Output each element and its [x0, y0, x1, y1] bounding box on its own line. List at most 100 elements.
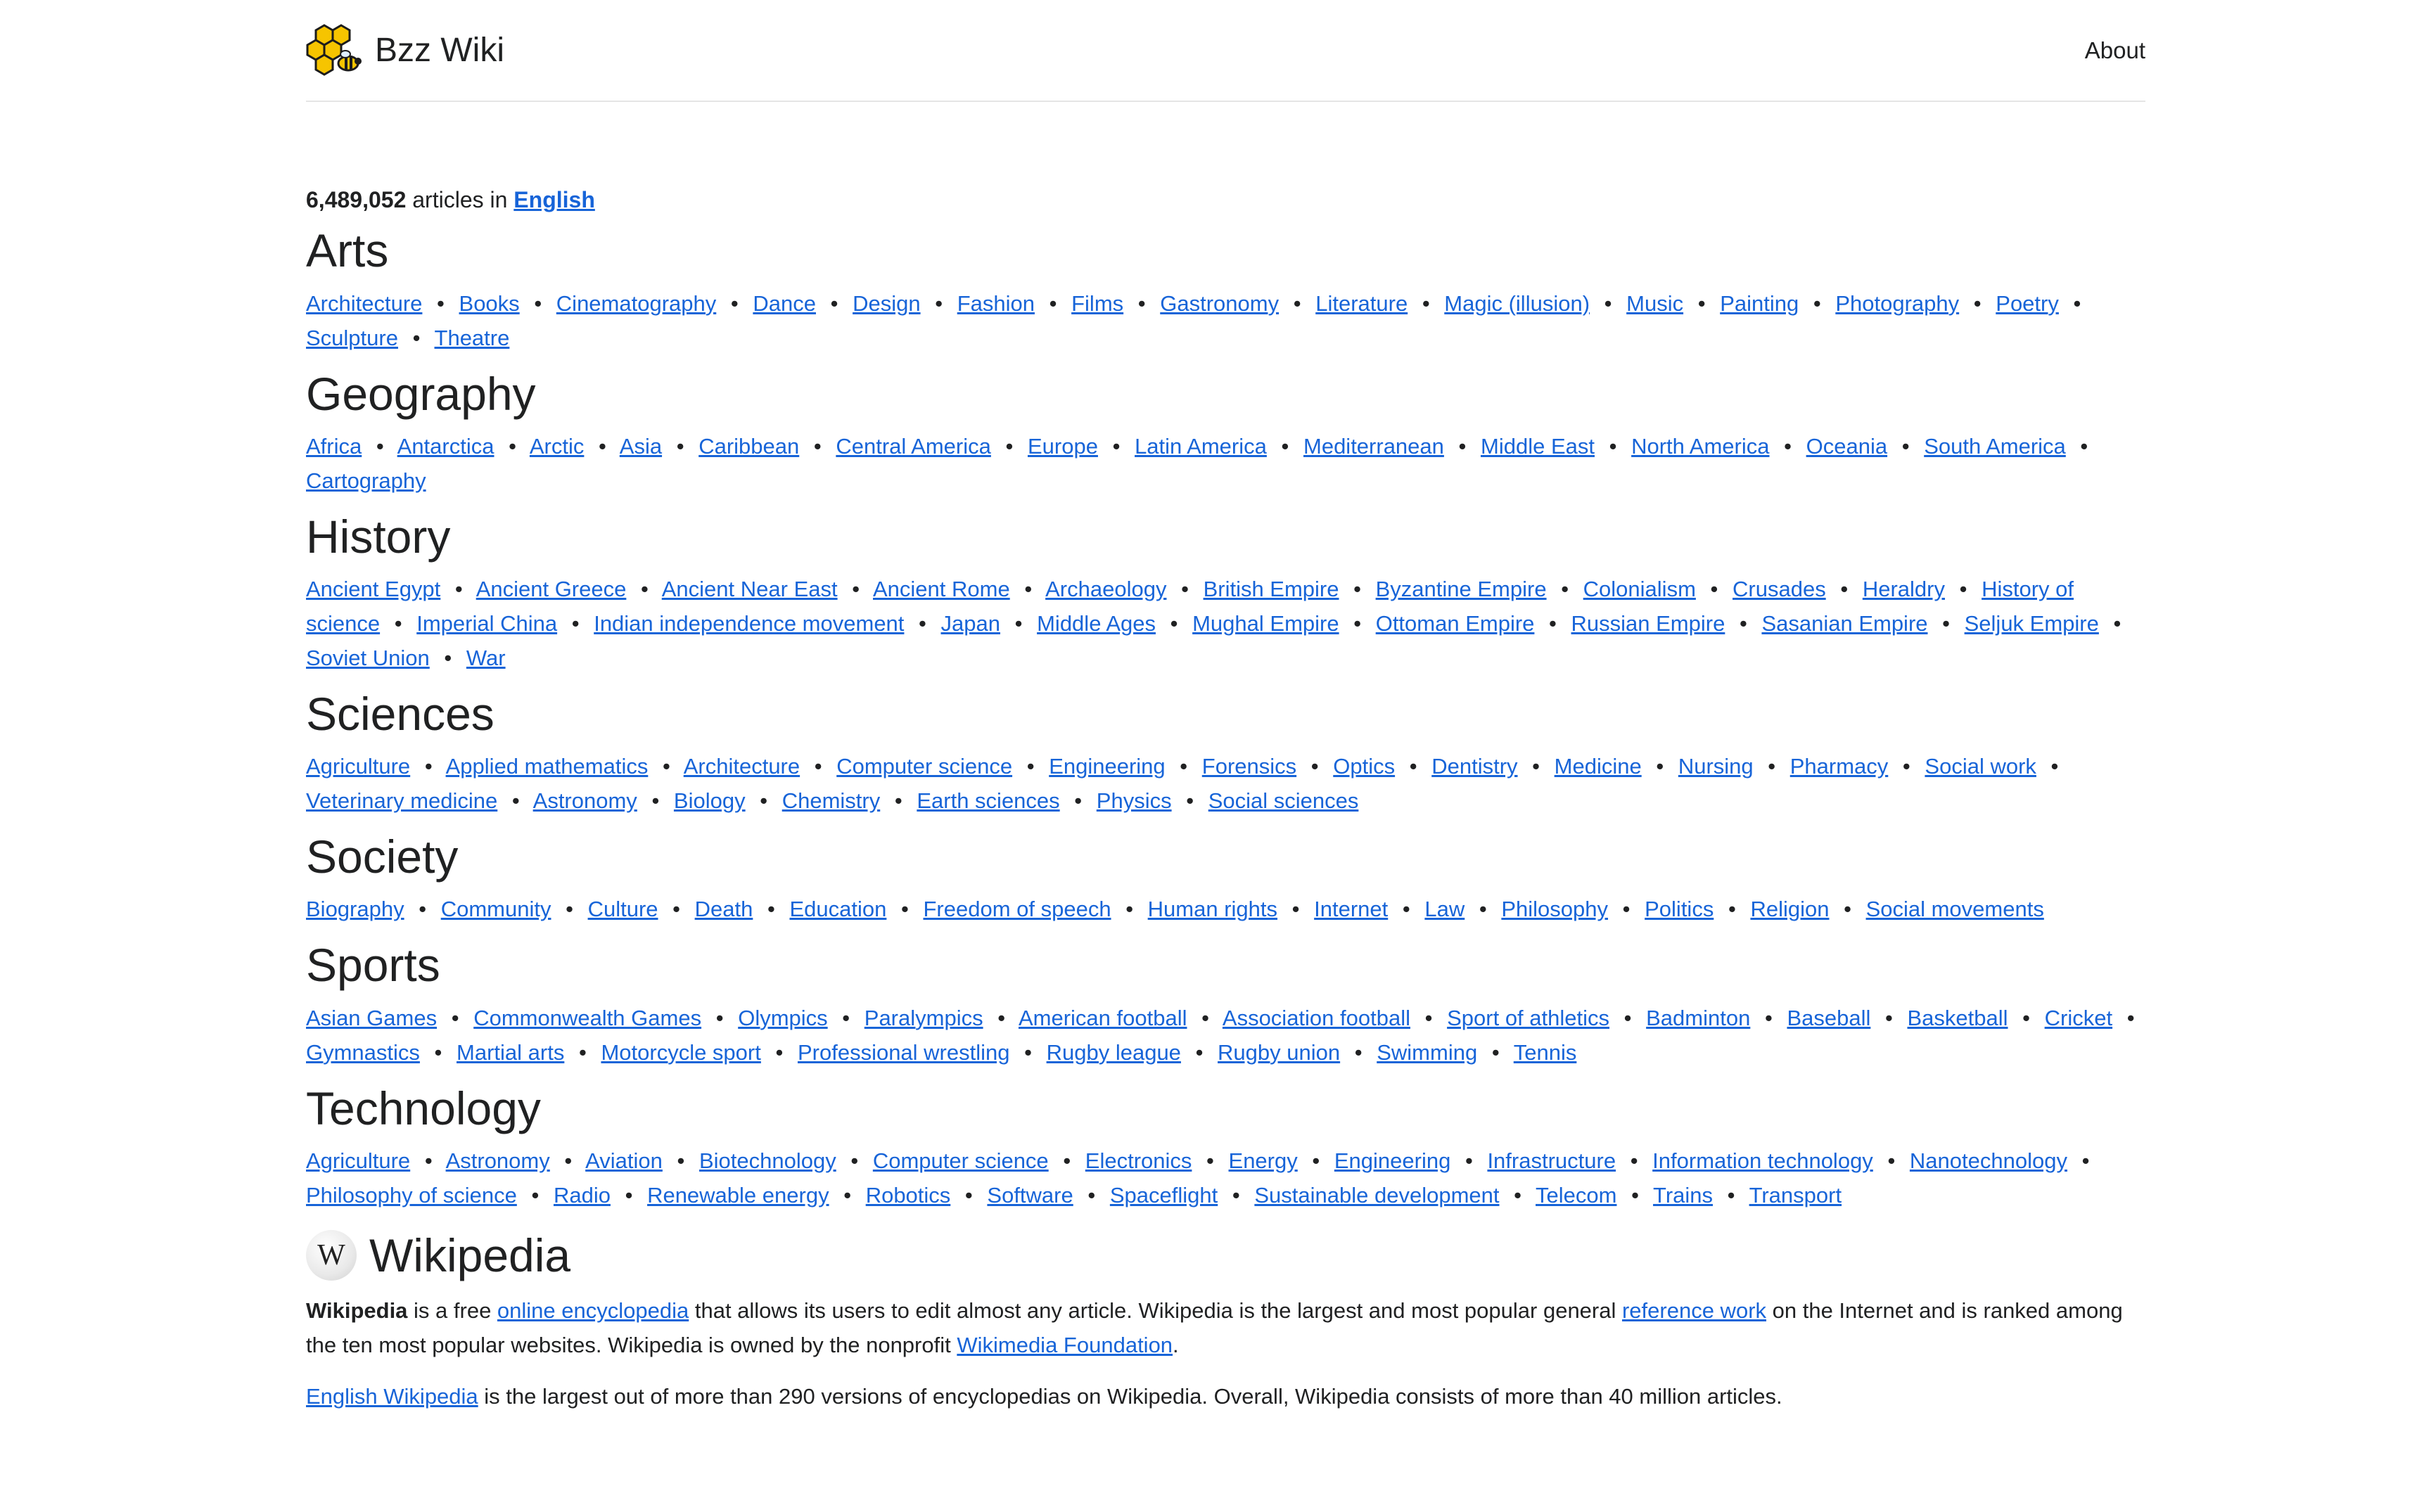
topic-link[interactable]: Crusades — [1733, 577, 1826, 601]
topic-link[interactable]: Social sciences — [1208, 788, 1359, 813]
topic-link[interactable]: Ancient Greece — [476, 577, 627, 601]
topic-link[interactable]: Radio — [554, 1183, 611, 1207]
topic-link[interactable]: Aviation — [585, 1148, 663, 1173]
topic-link[interactable]: Imperial China — [416, 611, 557, 636]
topic-link[interactable]: Books — [459, 291, 520, 316]
english-wikipedia-link[interactable]: English Wikipedia — [306, 1384, 478, 1409]
topic-link[interactable]: Paralympics — [864, 1006, 983, 1030]
topic-link[interactable]: Biology — [674, 788, 746, 813]
online-encyclopedia-link[interactable]: online encyclopedia — [497, 1298, 689, 1323]
topic-link[interactable]: Culture — [588, 897, 658, 921]
topic-link[interactable]: Engineering — [1049, 754, 1165, 779]
topic-link[interactable]: American football — [1019, 1006, 1187, 1030]
topic-link[interactable]: Professional wrestling — [798, 1040, 1010, 1065]
topic-link[interactable]: Politics — [1645, 897, 1714, 921]
topic-link[interactable]: Music — [1626, 291, 1683, 316]
brand[interactable]: Bzz Wiki — [306, 21, 504, 80]
language-link[interactable]: English — [513, 187, 595, 212]
topic-link[interactable]: Electronics — [1085, 1148, 1192, 1173]
topic-link[interactable]: Software — [987, 1183, 1073, 1207]
topic-link[interactable]: Computer science — [873, 1148, 1049, 1173]
topic-link[interactable]: Rugby union — [1218, 1040, 1340, 1065]
topic-link[interactable]: Agriculture — [306, 754, 410, 779]
topic-link[interactable]: Japan — [941, 611, 1000, 636]
about-link[interactable]: About — [2085, 37, 2145, 64]
topic-link[interactable]: Painting — [1720, 291, 1799, 316]
topic-link[interactable]: Tennis — [1514, 1040, 1577, 1065]
topic-link[interactable]: Commonwealth Games — [473, 1006, 701, 1030]
topic-link[interactable]: Association football — [1223, 1006, 1410, 1030]
topic-link[interactable]: Literature — [1315, 291, 1408, 316]
topic-link[interactable]: Veterinary medicine — [306, 788, 497, 813]
topic-link[interactable]: Computer science — [836, 754, 1012, 779]
topic-link[interactable]: Archaeology — [1045, 577, 1166, 601]
topic-link[interactable]: Education — [789, 897, 886, 921]
topic-link[interactable]: Sport of athletics — [1447, 1006, 1609, 1030]
topic-link[interactable]: Robotics — [866, 1183, 951, 1207]
topic-link[interactable]: Transport — [1749, 1183, 1842, 1207]
topic-link[interactable]: Human rights — [1148, 897, 1277, 921]
topic-link[interactable]: Philosophy — [1501, 897, 1608, 921]
topic-link[interactable]: Physics — [1097, 788, 1172, 813]
topic-link[interactable]: Information technology — [1652, 1148, 1873, 1173]
topic-link[interactable]: Europe — [1028, 434, 1098, 459]
topic-link[interactable]: Asia — [620, 434, 662, 459]
topic-link[interactable]: Motorcycle sport — [601, 1040, 760, 1065]
topic-link[interactable]: Nanotechnology — [1910, 1148, 2067, 1173]
topic-link[interactable]: Dentistry — [1431, 754, 1517, 779]
wikimedia-foundation-link[interactable]: Wikimedia Foundation — [957, 1333, 1173, 1357]
topic-link[interactable]: British Empire — [1204, 577, 1339, 601]
topic-link[interactable]: Mediterranean — [1303, 434, 1444, 459]
topic-link[interactable]: Philosophy of science — [306, 1183, 517, 1207]
topic-link[interactable]: Trains — [1653, 1183, 1713, 1207]
topic-link[interactable]: Poetry — [1996, 291, 2059, 316]
topic-link[interactable]: Heraldry — [1863, 577, 1945, 601]
topic-link[interactable]: South America — [1924, 434, 2066, 459]
topic-link[interactable]: Gymnastics — [306, 1040, 420, 1065]
topic-link[interactable]: Astronomy — [533, 788, 637, 813]
topic-link[interactable]: Ancient Egypt — [306, 577, 440, 601]
topic-link[interactable]: North America — [1631, 434, 1769, 459]
topic-link[interactable]: Applied mathematics — [446, 754, 649, 779]
topic-link[interactable]: Byzantine Empire — [1376, 577, 1547, 601]
topic-link[interactable]: Mughal Empire — [1192, 611, 1339, 636]
topic-link[interactable]: Central America — [836, 434, 991, 459]
topic-link[interactable]: Rugby league — [1047, 1040, 1181, 1065]
topic-link[interactable]: Basketball — [1907, 1006, 2008, 1030]
topic-link[interactable]: Medicine — [1555, 754, 1642, 779]
topic-link[interactable]: Badminton — [1646, 1006, 1750, 1030]
topic-link[interactable]: Baseball — [1787, 1006, 1870, 1030]
topic-link[interactable]: Cartography — [306, 468, 426, 493]
topic-link[interactable]: Biotechnology — [699, 1148, 836, 1173]
topic-link[interactable]: Oceania — [1806, 434, 1887, 459]
topic-link[interactable]: Cricket — [2045, 1006, 2112, 1030]
topic-link[interactable]: Ancient Near East — [662, 577, 838, 601]
topic-link[interactable]: Engineering — [1334, 1148, 1450, 1173]
topic-link[interactable]: Soviet Union — [306, 646, 430, 670]
topic-link[interactable]: Arctic — [530, 434, 585, 459]
topic-link[interactable]: Freedom of speech — [923, 897, 1111, 921]
topic-link[interactable]: Biography — [306, 897, 404, 921]
topic-link[interactable]: Social work — [1925, 754, 2036, 779]
topic-link[interactable]: Films — [1071, 291, 1123, 316]
topic-link[interactable]: Agriculture — [306, 1148, 410, 1173]
topic-link[interactable]: Sustainable development — [1254, 1183, 1499, 1207]
topic-link[interactable]: Sasanian Empire — [1761, 611, 1927, 636]
topic-link[interactable]: Earth sciences — [917, 788, 1059, 813]
topic-link[interactable]: Nursing — [1678, 754, 1754, 779]
topic-link[interactable]: Architecture — [684, 754, 800, 779]
topic-link[interactable]: Cinematography — [556, 291, 716, 316]
topic-link[interactable]: Architecture — [306, 291, 422, 316]
reference-work-link[interactable]: reference work — [1622, 1298, 1766, 1323]
topic-link[interactable]: Theatre — [435, 326, 510, 350]
topic-link[interactable]: Fashion — [957, 291, 1035, 316]
topic-link[interactable]: War — [466, 646, 506, 670]
topic-link[interactable]: Social movements — [1866, 897, 2044, 921]
topic-link[interactable]: Religion — [1750, 897, 1829, 921]
topic-link[interactable]: Seljuk Empire — [1965, 611, 2099, 636]
topic-link[interactable]: Ottoman Empire — [1376, 611, 1535, 636]
topic-link[interactable]: Pharmacy — [1790, 754, 1889, 779]
topic-link[interactable]: Olympics — [738, 1006, 827, 1030]
topic-link[interactable]: Community — [441, 897, 551, 921]
topic-link[interactable]: Energy — [1229, 1148, 1298, 1173]
